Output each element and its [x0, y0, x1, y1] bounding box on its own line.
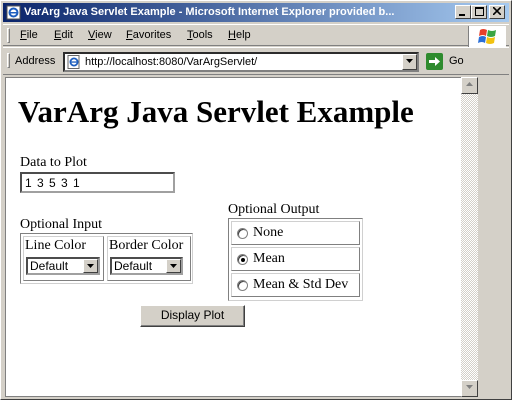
window-frame-edge — [478, 77, 509, 397]
window-title: VarArg Java Servlet Example - Microsoft … — [24, 6, 395, 18]
address-input[interactable]: http://localhost:8080/VarArgServlet/ — [63, 52, 419, 72]
title-bar[interactable]: VarArg Java Servlet Example - Microsoft … — [3, 3, 509, 22]
address-bar: Address http://localhost:8080/VarArgServ… — [3, 47, 509, 75]
output-option-label: None — [253, 225, 284, 240]
chevron-down-icon — [170, 264, 177, 268]
page-content: VarArg Java Servlet Example Data to Plot… — [5, 77, 461, 397]
chevron-down-icon — [87, 264, 94, 268]
menu-tools[interactable]: Tools — [187, 29, 213, 42]
windows-flag-icon — [478, 29, 496, 44]
menu-favorites[interactable]: Favorites — [126, 29, 171, 42]
go-label: Go — [449, 55, 464, 67]
scroll-up-button[interactable] — [461, 77, 478, 94]
optional-input-label: Optional Input — [20, 217, 103, 232]
output-option-label: Mean — [253, 251, 285, 266]
menu-file[interactable]: File — [20, 29, 38, 42]
menu-edit[interactable]: Edit — [54, 29, 73, 42]
minimize-icon — [459, 14, 465, 16]
output-option-mean[interactable]: Mean — [231, 247, 360, 271]
line-color-select[interactable]: Default — [26, 257, 100, 275]
menu-view[interactable]: View — [88, 29, 112, 42]
radio-mean-std[interactable] — [237, 280, 248, 291]
data-to-plot-label: Data to Plot — [20, 155, 87, 170]
page-title: VarArg Java Servlet Example — [18, 94, 414, 129]
address-url: http://localhost:8080/VarArgServlet/ — [85, 56, 258, 68]
optional-input-table: Line Color Default Border Color Default — [20, 233, 193, 284]
address-label: Address — [15, 55, 56, 67]
border-color-dropdown-button[interactable] — [166, 259, 181, 273]
line-color-cell: Line Color Default — [23, 236, 104, 281]
radio-selected-dot — [241, 258, 245, 262]
toolbar-grip[interactable] — [7, 28, 10, 43]
menu-help[interactable]: Help — [228, 29, 251, 42]
windows-logo — [468, 26, 506, 47]
address-dropdown-button[interactable] — [402, 54, 417, 70]
line-color-dropdown-button[interactable] — [83, 259, 98, 273]
vertical-scrollbar[interactable] — [461, 77, 478, 397]
output-option-mean-std[interactable]: Mean & Std Dev — [231, 273, 360, 297]
radio-mean[interactable] — [237, 254, 248, 265]
ie-page-icon — [6, 5, 21, 20]
menu-bar: File Edit View Favorites Tools Help — [3, 24, 509, 47]
data-to-plot-input[interactable]: 1 3 5 3 1 — [20, 172, 175, 193]
radio-none[interactable] — [237, 228, 248, 239]
go-button[interactable]: Go — [426, 53, 478, 71]
close-icon — [493, 7, 501, 15]
output-option-label: Mean & Std Dev — [253, 277, 349, 292]
chevron-down-icon — [406, 59, 413, 63]
border-color-select[interactable]: Default — [110, 257, 183, 275]
border-color-label: Border Color — [109, 238, 184, 253]
optional-output-label: Optional Output — [228, 202, 320, 217]
toolbar-grip[interactable] — [7, 53, 10, 68]
chevron-up-icon — [466, 82, 473, 86]
close-button[interactable] — [489, 5, 505, 19]
minimize-button[interactable] — [455, 5, 471, 19]
chevron-down-icon — [466, 385, 473, 389]
output-option-none[interactable]: None — [231, 221, 360, 245]
browser-window: VarArg Java Servlet Example - Microsoft … — [0, 0, 512, 400]
scroll-down-button[interactable] — [461, 380, 478, 397]
border-color-cell: Border Color Default — [107, 236, 191, 281]
display-plot-button[interactable]: Display Plot — [140, 305, 245, 327]
optional-output-table: None Mean Mean & Std Dev — [228, 218, 363, 301]
page-icon — [67, 55, 80, 69]
maximize-button[interactable] — [471, 5, 487, 19]
line-color-label: Line Color — [25, 238, 87, 253]
maximize-icon — [474, 7, 484, 16]
line-color-value: Default — [30, 259, 69, 273]
go-arrow-icon — [426, 53, 443, 70]
border-color-value: Default — [114, 259, 153, 273]
